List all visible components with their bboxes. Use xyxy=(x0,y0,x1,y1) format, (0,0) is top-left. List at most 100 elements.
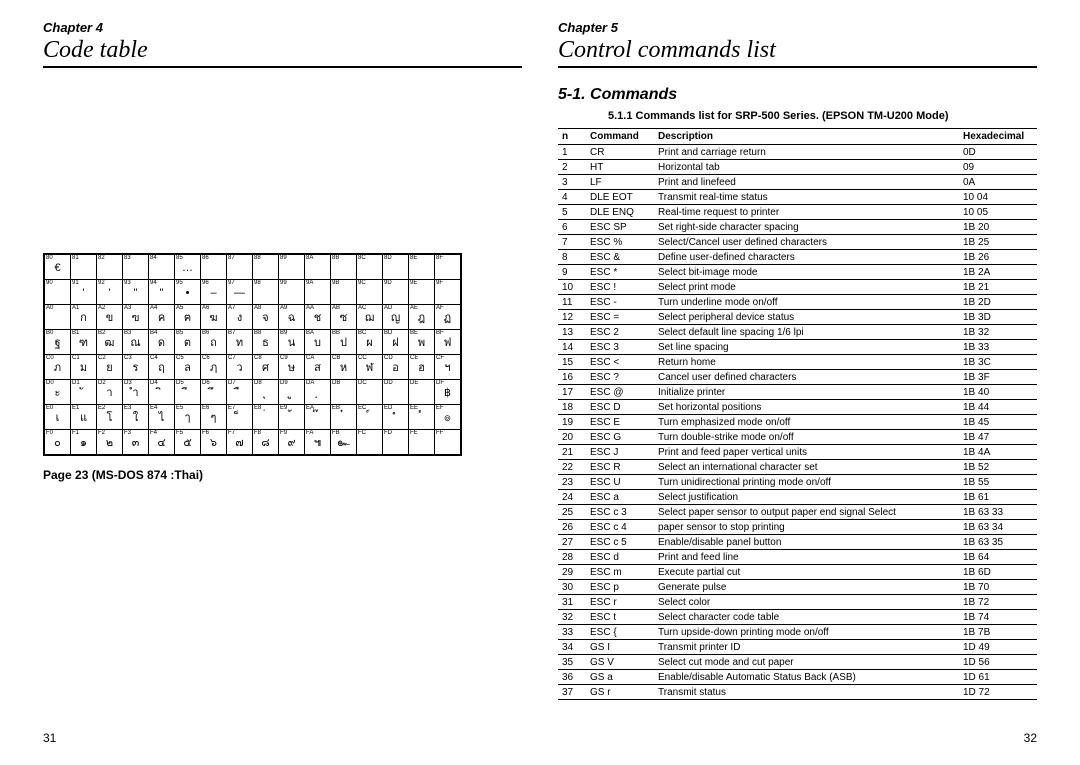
cell-cmd: GS a xyxy=(586,670,654,685)
code-cell: ABซ xyxy=(331,305,357,330)
cell-desc: Print and linefeed xyxy=(654,175,959,190)
code-cell: 90 xyxy=(45,280,71,305)
cell-hex: 10 05 xyxy=(959,205,1037,220)
cell-n: 6 xyxy=(558,220,586,235)
cell-cmd: ESC & xyxy=(586,250,654,265)
code-cell: B5ต xyxy=(175,330,201,355)
table-row: 11ESC -Turn underline mode on/off1B 2D xyxy=(558,295,1037,310)
cell-cmd: ESC U xyxy=(586,475,654,490)
table-row: 37GS rTransmit status1D 72 xyxy=(558,685,1037,700)
code-cell: 8F xyxy=(435,255,461,280)
code-cell: FB๛ xyxy=(331,430,357,455)
code-cell: CBห xyxy=(331,355,357,380)
cell-hex: 1B 61 xyxy=(959,490,1037,505)
cell-desc: Print and carriage return xyxy=(654,145,959,160)
cell-hex: 1D 49 xyxy=(959,640,1037,655)
code-cell: D5 ี xyxy=(175,380,201,405)
cell-desc: Initialize printer xyxy=(654,385,959,400)
cell-hex: 1B 63 33 xyxy=(959,505,1037,520)
table-row: 16ESC ?Cancel user defined characters1B … xyxy=(558,370,1037,385)
cell-n: 10 xyxy=(558,280,586,295)
col-hex: Hexadecimal xyxy=(959,129,1037,145)
code-cell: E2โ xyxy=(97,405,123,430)
cell-cmd: ESC J xyxy=(586,445,654,460)
cell-n: 28 xyxy=(558,550,586,565)
table-row: 27ESC c 5Enable/disable panel button1B 6… xyxy=(558,535,1037,550)
cell-n: 11 xyxy=(558,295,586,310)
code-row: 80€8182838485…868788898A8B8C8D8E8F xyxy=(45,255,461,280)
code-cell: BAบ xyxy=(305,330,331,355)
code-cell: ADญ xyxy=(383,305,409,330)
code-cell: CEฮ xyxy=(409,355,435,380)
table-row: 36GS aEnable/disable Automatic Status Ba… xyxy=(558,670,1037,685)
cell-cmd: ESC E xyxy=(586,415,654,430)
code-cell: F0๐ xyxy=(45,430,71,455)
code-cell: A1ก xyxy=(71,305,97,330)
cell-n: 8 xyxy=(558,250,586,265)
table-header-row: n Command Description Hexadecimal xyxy=(558,129,1037,145)
cell-n: 21 xyxy=(558,445,586,460)
cell-desc: Transmit status xyxy=(654,685,959,700)
cell-desc: Cancel user defined characters xyxy=(654,370,959,385)
code-cell: 9D xyxy=(383,280,409,305)
cell-cmd: ESC m xyxy=(586,565,654,580)
code-cell: E0เ xyxy=(45,405,71,430)
code-cell: C9ษ xyxy=(279,355,305,380)
cell-cmd: ESC { xyxy=(586,625,654,640)
code-cell: 93" xyxy=(123,280,149,305)
page-title: Code table xyxy=(43,37,522,68)
code-cell: D8 ุ xyxy=(253,380,279,405)
cell-hex: 1B 25 xyxy=(959,235,1037,250)
cell-desc: Turn emphasized mode on/off xyxy=(654,415,959,430)
table-row: 7ESC %Select/Cancel user defined charact… xyxy=(558,235,1037,250)
code-cell: A6ฆ xyxy=(201,305,227,330)
code-cell: FD xyxy=(383,430,409,455)
table-row: 34GS ITransmit printer ID1D 49 xyxy=(558,640,1037,655)
cell-cmd: ESC c 5 xyxy=(586,535,654,550)
cell-desc: Select/Cancel user defined characters xyxy=(654,235,959,250)
cell-cmd: DLE EOT xyxy=(586,190,654,205)
table-row: 30ESC pGenerate pulse1B 70 xyxy=(558,580,1037,595)
code-cell: 83 xyxy=(123,255,149,280)
cell-hex: 09 xyxy=(959,160,1037,175)
code-cell: DD xyxy=(383,380,409,405)
code-cell: EA ๊ xyxy=(305,405,331,430)
code-cell: F2๒ xyxy=(97,430,123,455)
table-row: 18ESC DSet horizontal positions1B 44 xyxy=(558,400,1037,415)
cell-n: 27 xyxy=(558,535,586,550)
code-cell: BBป xyxy=(331,330,357,355)
table-row: 26ESC c 4paper sensor to stop printing1B… xyxy=(558,520,1037,535)
cell-desc: Select print mode xyxy=(654,280,959,295)
code-cell: D9 ู xyxy=(279,380,305,405)
code-cell: 88 xyxy=(253,255,279,280)
code-cell: B8ธ xyxy=(253,330,279,355)
cell-desc: Set right-side character spacing xyxy=(654,220,959,235)
right-page: Chapter 5 Control commands list 5-1. Com… xyxy=(540,20,1055,745)
cell-hex: 1B 63 34 xyxy=(959,520,1037,535)
code-cell: A0 xyxy=(45,305,71,330)
table-row: 5DLE ENQReal-time request to printer10 0… xyxy=(558,205,1037,220)
code-cell: 91' xyxy=(71,280,97,305)
cell-cmd: ESC ? xyxy=(586,370,654,385)
cell-cmd: ESC * xyxy=(586,265,654,280)
cell-hex: 1B 3F xyxy=(959,370,1037,385)
table-row: 20ESC GTurn double-strike mode on/off1B … xyxy=(558,430,1037,445)
cell-desc: Turn upside-down printing mode on/off xyxy=(654,625,959,640)
code-cell: 89 xyxy=(279,255,305,280)
code-cell: B9น xyxy=(279,330,305,355)
cell-desc: Print and feed paper vertical units xyxy=(654,445,959,460)
cell-n: 25 xyxy=(558,505,586,520)
cell-n: 32 xyxy=(558,610,586,625)
cell-n: 23 xyxy=(558,475,586,490)
code-cell: FA๚ xyxy=(305,430,331,455)
code-cell: BDฝ xyxy=(383,330,409,355)
code-table-grid: 80€8182838485…868788898A8B8C8D8E8F9091' 9… xyxy=(43,253,462,456)
code-cell: 8C xyxy=(357,255,383,280)
code-cell: D6 ึ xyxy=(201,380,227,405)
cell-n: 7 xyxy=(558,235,586,250)
cell-desc: paper sensor to stop printing xyxy=(654,520,959,535)
cell-desc: Execute partial cut xyxy=(654,565,959,580)
code-cell: 84 xyxy=(149,255,175,280)
cell-cmd: ESC @ xyxy=(586,385,654,400)
code-cell: C0ภ xyxy=(45,355,71,380)
